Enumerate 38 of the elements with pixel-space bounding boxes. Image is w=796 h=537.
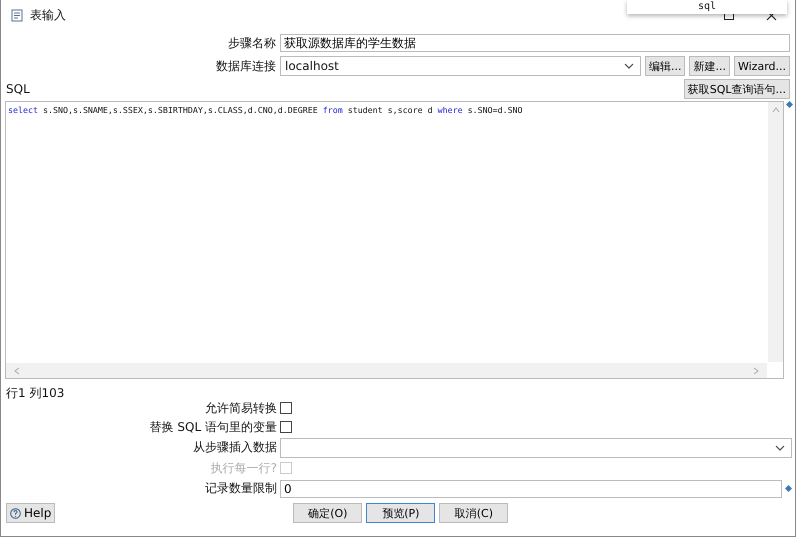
variable-icon: [785, 485, 792, 492]
field-label: 步骤名称: [227, 34, 276, 52]
scroll-left-icon[interactable]: [14, 366, 20, 374]
dialog-button[interactable]: 预览(P): [366, 503, 436, 523]
vertical-scrollbar[interactable]: [768, 102, 783, 362]
help-icon: [10, 508, 21, 518]
option-label: 执行每一行?: [210, 460, 277, 476]
connection-dropdown[interactable]: localhost: [280, 56, 641, 76]
scroll-right-icon[interactable]: [753, 366, 759, 374]
sql-label: SQL: [6, 82, 30, 96]
connection-button[interactable]: 新建...: [689, 56, 730, 76]
option-label: 替换 SQL 语句里的变量: [148, 418, 277, 436]
sql-editor[interactable]: select s.SNO,s.SNAME,s.SSEX,s.SBIRTHDAY,s.CLASS,d.CNO,d.DEGREE from student s,score d where s.SNO=d.SNO: [5, 101, 784, 379]
chevron-down-icon: [624, 63, 634, 69]
insert-data-dropdown[interactable]: [280, 438, 792, 458]
chevron-down-icon: [775, 444, 785, 450]
sql-query: select s.SNO,s.SNAME,s.SSEX,s.SBIRTHDAY,s.CLASS,d.CNO,d.DEGREE from student s,score d where s.SNO=d.SNO: [7, 104, 524, 117]
help-button[interactable]: Help: [6, 503, 56, 523]
variable-icon: [786, 101, 793, 108]
connection-button[interactable]: Wizard...: [734, 56, 790, 76]
popup-text: sql: [698, 0, 716, 12]
field-label: 数据库连接: [215, 58, 276, 74]
limit-field[interactable]: 0: [280, 480, 782, 498]
table-icon: [11, 8, 24, 22]
checkbox[interactable]: [280, 402, 292, 414]
option-label: 允许简易转换: [204, 400, 277, 416]
get-sql-button[interactable]: 获取SQL查询语句...: [684, 79, 790, 99]
connection-button[interactable]: 编辑...: [644, 56, 686, 76]
window-title: 表输入: [30, 6, 66, 24]
option-label: 从步骤插入数据: [192, 439, 277, 456]
horizontal-scrollbar[interactable]: [6, 363, 767, 378]
dialog-button[interactable]: 确定(O): [293, 503, 362, 523]
dialog-button[interactable]: 取消(C): [439, 503, 508, 523]
step-name-field[interactable]: 获取源数据库的学生数据: [280, 34, 790, 52]
scroll-up-icon[interactable]: [772, 107, 780, 113]
checkbox[interactable]: [280, 421, 292, 433]
option-label: 记录数量限制: [204, 480, 277, 497]
cursor-position: 行1 列103: [5, 385, 66, 399]
